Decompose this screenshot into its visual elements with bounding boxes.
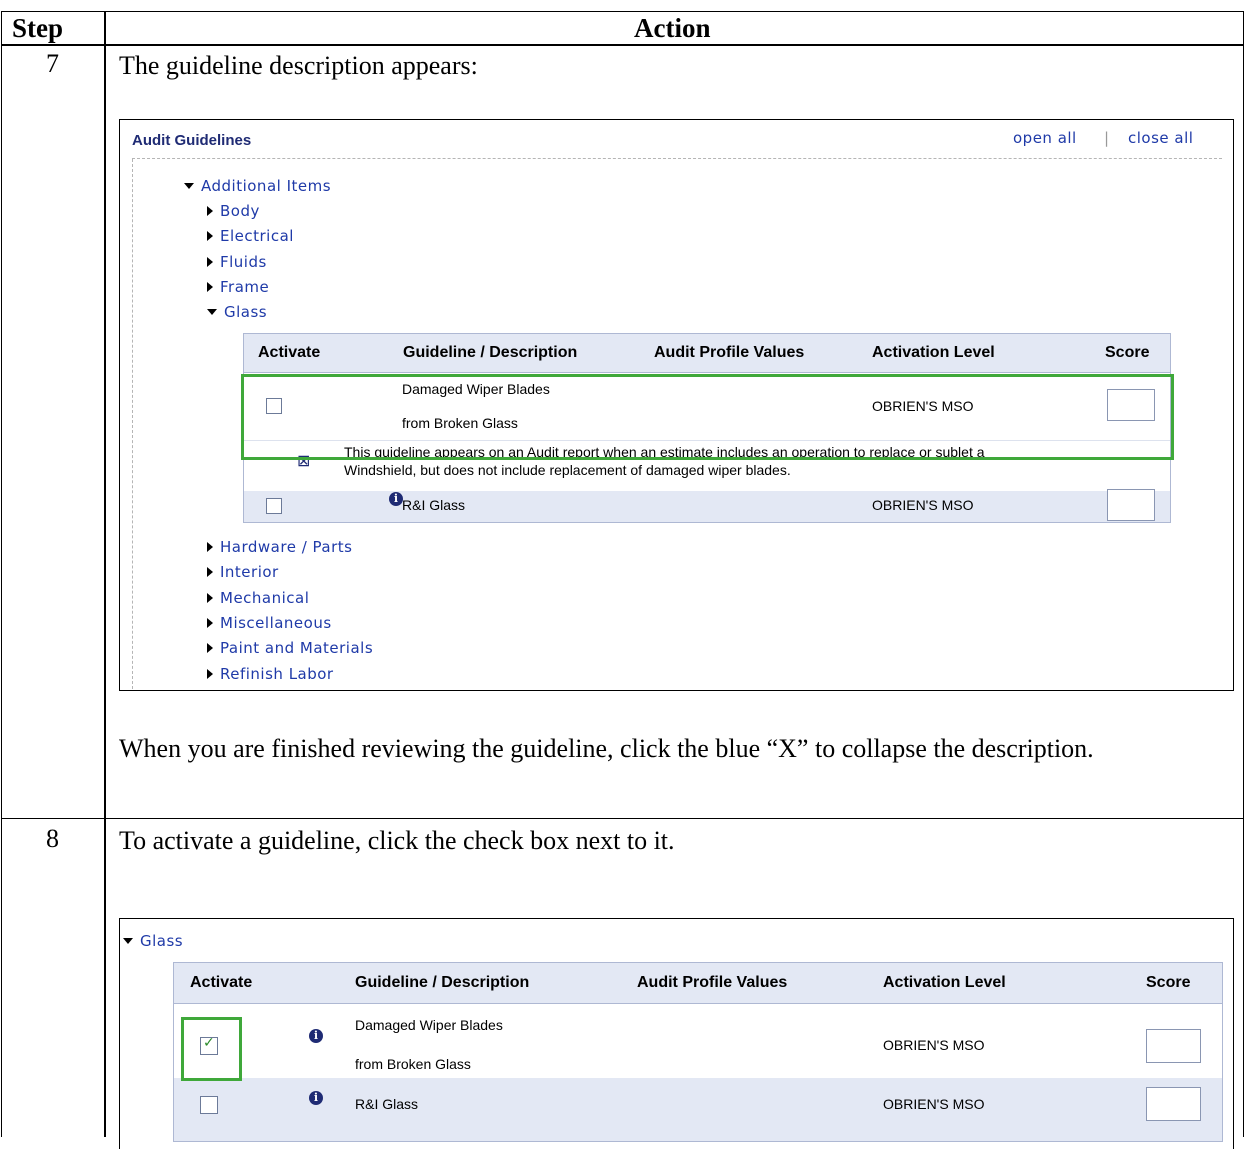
column-activate: Activate [258, 344, 321, 361]
collapsed-arrow-icon [207, 230, 213, 241]
guideline-name: Damaged Wiper Blades [355, 1017, 503, 1033]
collapsed-arrow-icon [207, 617, 213, 628]
column-audit-profile-values: Audit Profile Values [637, 974, 788, 991]
info-icon[interactable]: i [309, 1029, 323, 1043]
collapsed-arrow-icon [207, 642, 213, 653]
collapsed-arrow-icon [207, 592, 213, 603]
info-icon[interactable]: i [389, 492, 403, 506]
open-all-link[interactable]: open all [1013, 129, 1077, 147]
column-activate: Activate [190, 974, 253, 991]
tree-item-additional-items[interactable]: Additional Items [184, 177, 331, 195]
activation-level: OBRIEN'S MSO [883, 1037, 985, 1053]
step7-intro: The guideline description appears: [119, 51, 478, 80]
tree-item-fluids[interactable]: Fluids [207, 253, 267, 271]
column-score: Score [1146, 974, 1191, 991]
column-activation-level: Activation Level [883, 974, 1006, 991]
activate-checkbox[interactable] [200, 1096, 218, 1114]
tree-item-glass[interactable]: Glass [207, 303, 267, 321]
tree-item-miscellaneous[interactable]: Miscellaneous [207, 614, 332, 632]
guideline-name-line2: from Broken Glass [355, 1056, 471, 1072]
tree-item-paint-and-materials[interactable]: Paint and Materials [207, 639, 373, 657]
tree-item-refinish-labor[interactable]: Refinish Labor [207, 665, 334, 683]
audit-guidelines-screenshot: Audit Guidelines open all | close all Ad… [119, 119, 1234, 691]
guideline-description-line2: Windshield, but does not include replace… [344, 462, 791, 478]
expanded-arrow-icon [123, 937, 133, 944]
guideline-name: R&I Glass [355, 1096, 419, 1112]
collapsed-arrow-icon [207, 566, 213, 577]
column-guideline: Guideline / Description [355, 974, 530, 991]
step8-intro: To activate a guideline, click the check… [119, 826, 675, 855]
step7-after: When you are finished reviewing the guid… [119, 734, 1094, 763]
highlight-box [241, 374, 1174, 460]
score-input[interactable] [1107, 489, 1155, 521]
highlight-box [181, 1017, 242, 1081]
tree-guide [132, 159, 133, 689]
step-number-8: 8 [46, 824, 59, 853]
score-input[interactable] [1146, 1087, 1201, 1121]
collapsed-arrow-icon [207, 281, 213, 292]
tree-item-mechanical[interactable]: Mechanical [207, 589, 309, 607]
expanded-arrow-icon [184, 182, 194, 189]
column-activation-level: Activation Level [872, 344, 995, 361]
title-divider [132, 158, 1222, 159]
header-action: Action [634, 13, 711, 43]
activate-checkbox[interactable] [266, 498, 282, 514]
close-all-link[interactable]: close all [1128, 129, 1193, 147]
tree-item-hardware-parts[interactable]: Hardware / Parts [207, 538, 352, 556]
column-divider [104, 11, 106, 1137]
column-guideline: Guideline / Description [403, 344, 578, 361]
header-divider [1, 44, 1244, 46]
column-score: Score [1105, 344, 1150, 361]
collapsed-arrow-icon [207, 541, 213, 552]
tree-item-body[interactable]: Body [207, 202, 260, 220]
collapsed-arrow-icon [207, 205, 213, 216]
tree-item-glass[interactable]: Glass [123, 932, 183, 950]
tree-item-electrical[interactable]: Electrical [207, 227, 294, 245]
audit-guidelines-title: Audit Guidelines [132, 132, 252, 149]
tree-item-interior[interactable]: Interior [207, 563, 279, 581]
tree-item-frame[interactable]: Frame [207, 278, 269, 296]
activation-level: OBRIEN'S MSO [883, 1096, 985, 1112]
info-icon[interactable]: i [309, 1091, 323, 1105]
column-audit-profile-values: Audit Profile Values [654, 344, 805, 361]
header-step: Step [12, 13, 64, 43]
step-number-7: 7 [46, 49, 59, 78]
table-row [174, 1004, 1222, 1078]
expanded-arrow-icon [207, 308, 217, 315]
guideline-name: R&I Glass [402, 497, 466, 513]
collapsed-arrow-icon [207, 668, 213, 679]
collapsed-arrow-icon [207, 256, 213, 267]
activation-level: OBRIEN'S MSO [872, 497, 974, 513]
glass-activate-screenshot: Glass Activate Guideline / Description A… [119, 918, 1234, 1149]
glass-guideline-table: Activate Guideline / Description Audit P… [173, 962, 1223, 1142]
score-input[interactable] [1146, 1029, 1201, 1063]
link-separator: | [1104, 129, 1110, 147]
row-divider [1, 818, 1244, 819]
